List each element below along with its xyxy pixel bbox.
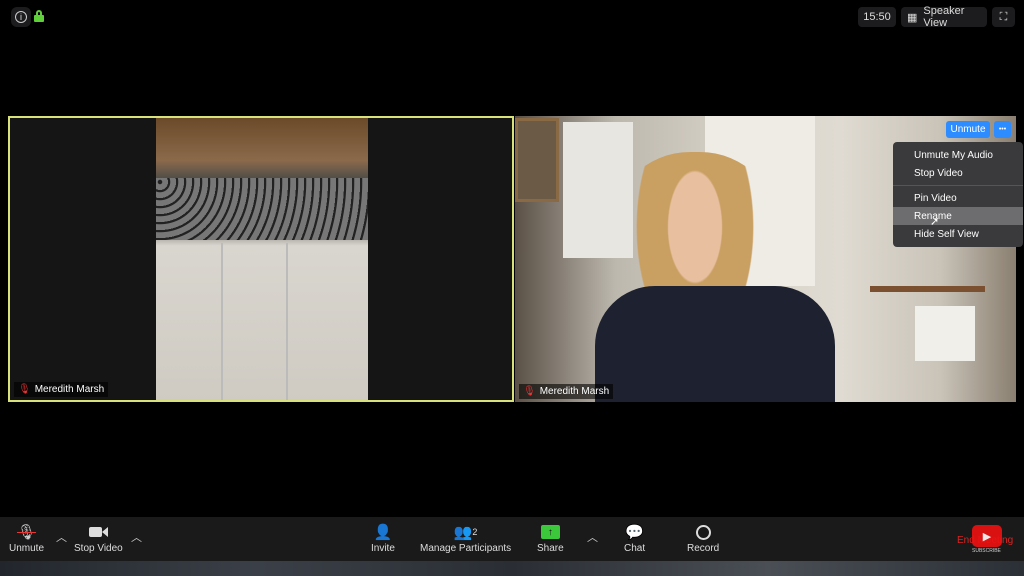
unmute-overlay-button[interactable]: Unmute bbox=[946, 121, 990, 138]
meeting-info-button[interactable]: i bbox=[11, 7, 31, 27]
share-options-caret[interactable]: ︿ bbox=[587, 529, 598, 545]
view-grid-icon: ▦ bbox=[907, 11, 918, 24]
chat-button[interactable]: 💬 Chat bbox=[624, 521, 645, 554]
lock-icon bbox=[34, 10, 44, 22]
meeting-time: 15:50 bbox=[858, 7, 896, 27]
add-person-icon: 👤 bbox=[373, 524, 393, 541]
person-shirt bbox=[595, 286, 835, 402]
speaker-view-button[interactable]: ▦ Speaker View bbox=[901, 5, 987, 29]
share-label: Share bbox=[537, 543, 564, 554]
participant-name-tag: 🎙 Meredith Marsh bbox=[14, 382, 109, 397]
mouse-cursor-icon: ➚ bbox=[930, 216, 940, 228]
white-box bbox=[915, 306, 975, 361]
mic-muted-icon: 🎙 bbox=[18, 384, 31, 395]
shelf bbox=[870, 286, 985, 292]
meeting-toolbar: 🎙 Unmute ︿ Stop Video ︿ 👤 Invite 👥 2 Manage … bbox=[0, 517, 1024, 561]
desktop-background bbox=[0, 561, 1024, 576]
participant-name: Meredith Marsh bbox=[539, 386, 610, 397]
share-button[interactable]: ↑ Share bbox=[537, 521, 564, 554]
invite-label: Invite bbox=[371, 543, 395, 554]
unmute-button[interactable]: 🎙 Unmute bbox=[9, 521, 44, 554]
participant-context-menu: Unmute My Audio Stop Video Pin Video Ren… bbox=[893, 142, 1023, 247]
video-options-caret[interactable]: ︿ bbox=[131, 529, 142, 545]
chat-label: Chat bbox=[624, 543, 646, 554]
stop-video-label: Stop Video bbox=[74, 543, 123, 554]
subscribe-watermark: SUBSCRIBE bbox=[972, 548, 1001, 554]
mic-muted-icon: 🎙 bbox=[16, 524, 37, 541]
time-text: 15:50 bbox=[863, 11, 891, 23]
mic-muted-icon: 🎙 bbox=[523, 386, 536, 397]
video-tile-self-active[interactable]: 🎙 Meredith Marsh bbox=[8, 116, 514, 402]
fullscreen-button[interactable]: ⛶ bbox=[992, 7, 1015, 27]
info-icon: i bbox=[15, 11, 27, 23]
youtube-play-icon: ▶ bbox=[972, 525, 1002, 547]
record-icon bbox=[695, 521, 711, 543]
unmute-label: Unmute bbox=[9, 543, 45, 554]
participant-name: Meredith Marsh bbox=[34, 384, 105, 395]
record-button[interactable]: Record bbox=[687, 521, 719, 554]
participants-icon: 👥 2 bbox=[453, 524, 478, 541]
record-label: Record bbox=[687, 543, 720, 554]
participant-name-tag: 🎙 Meredith Marsh bbox=[519, 384, 614, 399]
share-screen-icon: ↑ bbox=[540, 521, 560, 543]
fullscreen-icon: ⛶ bbox=[999, 10, 1008, 23]
participant-count: 2 bbox=[472, 527, 478, 537]
menu-item-hide-self-view[interactable]: Hide Self View bbox=[893, 225, 1023, 243]
menu-item-pin-video[interactable]: Pin Video bbox=[893, 189, 1023, 207]
manage-participants-button[interactable]: 👥 2 Manage Participants bbox=[420, 521, 511, 554]
menu-divider bbox=[893, 185, 1023, 186]
invite-button[interactable]: 👤 Invite bbox=[371, 521, 395, 554]
audio-options-caret[interactable]: ︿ bbox=[56, 529, 67, 545]
menu-item-rename[interactable]: Rename bbox=[893, 207, 1023, 225]
view-label: Speaker View bbox=[923, 5, 965, 29]
menu-item-unmute-my-audio[interactable]: Unmute My Audio bbox=[893, 146, 1023, 164]
wall-frame bbox=[515, 118, 559, 202]
participants-label: Manage Participants bbox=[420, 543, 512, 554]
video-camera-icon bbox=[88, 521, 108, 543]
more-options-button[interactable]: ••• bbox=[994, 121, 1011, 138]
chat-bubble-icon: 💬 bbox=[625, 524, 644, 541]
menu-item-stop-video[interactable]: Stop Video bbox=[893, 164, 1023, 182]
video-feed bbox=[156, 118, 368, 400]
stop-video-button[interactable]: Stop Video bbox=[74, 521, 123, 554]
